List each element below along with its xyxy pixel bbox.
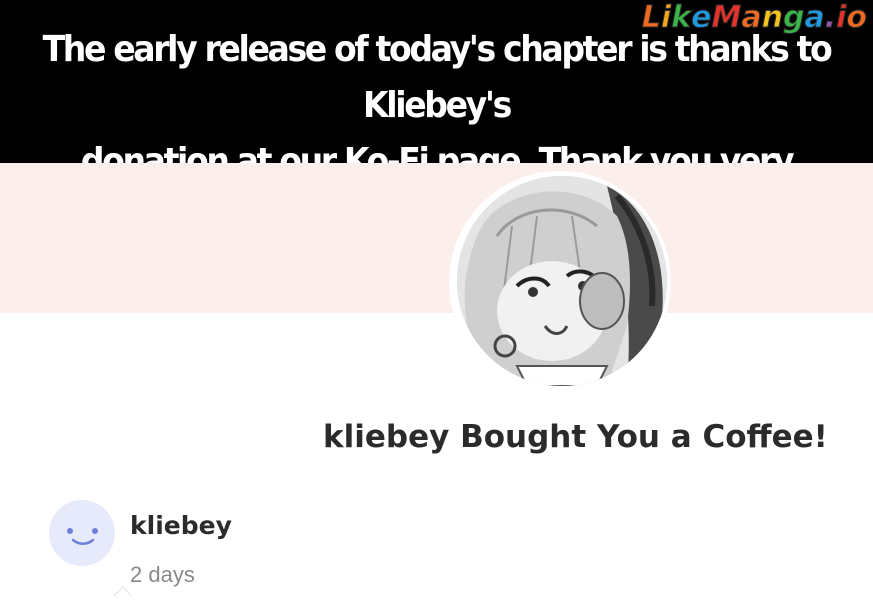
site-watermark: LikeManga.io xyxy=(641,0,867,36)
smiley-face-icon xyxy=(49,500,115,566)
announcement-banner: The early release of today's chapter is … xyxy=(0,0,873,238)
anime-girl-avatar xyxy=(457,176,667,386)
profile-header-band xyxy=(0,163,873,313)
donor-name: kliebey xyxy=(130,511,232,540)
message-caret xyxy=(113,586,132,605)
donation-timestamp: 2 days xyxy=(130,562,195,587)
announcement-line-1: The early release of today's chapter is … xyxy=(42,29,833,126)
coffee-headline: kliebey Bought You a Coffee! xyxy=(323,419,828,455)
